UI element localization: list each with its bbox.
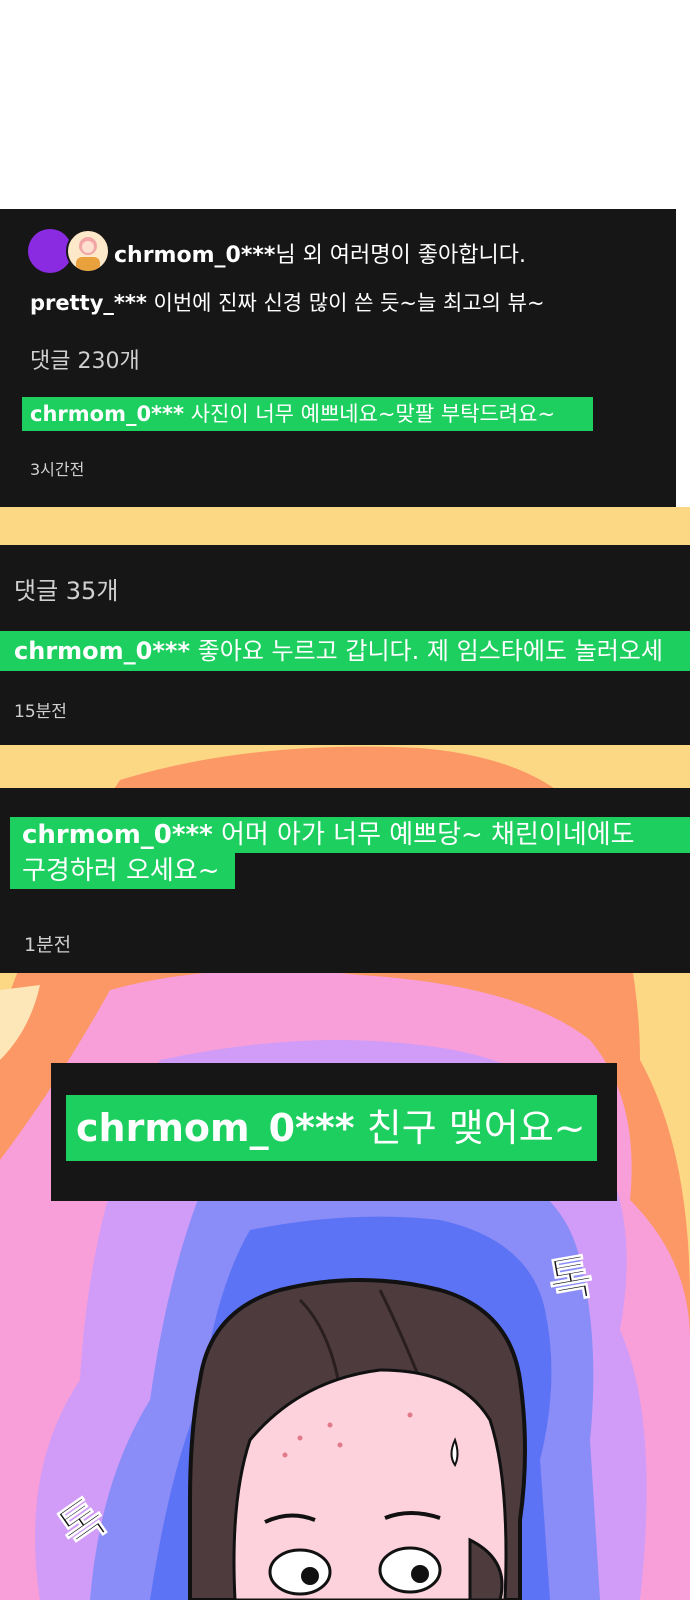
comment-panel-1: chrmom_0***님 외 여러명이 좋아합니다. pretty_*** 이번… bbox=[0, 209, 676, 507]
comment-text: 친구 맺어요~ bbox=[366, 1106, 586, 1150]
post-caption: pretty_*** 이번에 진짜 신경 많이 쓴 듯~늘 최고의 뷰~ bbox=[30, 287, 545, 317]
comment-text-line-2: 구경하러 오세요~ bbox=[10, 853, 235, 889]
comment-count[interactable]: 댓글 230개 bbox=[30, 343, 140, 375]
comment-username[interactable]: chrmom_0*** bbox=[30, 402, 184, 426]
comment-username[interactable]: chrmom_0*** bbox=[76, 1106, 355, 1150]
highlighted-comment-line-1: chrmom_0*** 어머 아가 너무 예쁘당~ 채린이네에도 bbox=[10, 817, 690, 853]
comment-time: 3시간전 bbox=[30, 460, 85, 479]
comment-text: 좋아요 누르고 갑니다. 제 임스타에도 놀러오세 bbox=[197, 637, 663, 665]
comment-username[interactable]: chrmom_0*** bbox=[14, 637, 190, 665]
highlighted-comment: chrmom_0*** 사진이 너무 예쁘네요~맞팔 부탁드려요~ bbox=[22, 397, 593, 431]
likes-text: 님 외 여러명이 좋아합니다. bbox=[275, 243, 526, 268]
highlighted-comment: chrmom_0*** 친구 맺어요~ bbox=[66, 1095, 597, 1161]
comment-panel-3: chrmom_0*** 어머 아가 너무 예쁘당~ 채린이네에도 구경하러 오세… bbox=[0, 788, 690, 973]
comment-panel-2: 댓글 35개 chrmom_0*** 좋아요 누르고 갑니다. 제 임스타에도 … bbox=[0, 545, 690, 745]
comment-text-line-1: 어머 아가 너무 예쁘당~ 채린이네에도 bbox=[220, 820, 635, 850]
comment-time: 15분전 bbox=[14, 702, 67, 722]
avatar-user[interactable] bbox=[66, 229, 110, 273]
likes-summary: chrmom_0***님 외 여러명이 좋아합니다. bbox=[114, 237, 526, 269]
highlighted-comment: chrmom_0*** 좋아요 누르고 갑니다. 제 임스타에도 놀러오세 bbox=[0, 631, 690, 671]
caption-text: 이번에 진짜 신경 많이 쓴 듯~늘 최고의 뷰~ bbox=[153, 291, 545, 315]
likes-username[interactable]: chrmom_0*** bbox=[114, 243, 275, 268]
comment-time: 1분전 bbox=[24, 934, 72, 956]
comment-count[interactable]: 댓글 35개 bbox=[14, 571, 118, 606]
comment-panel-4: chrmom_0*** 친구 맺어요~ bbox=[51, 1063, 617, 1201]
comment-username[interactable]: chrmom_0*** bbox=[22, 820, 213, 850]
caption-username[interactable]: pretty_*** bbox=[30, 291, 147, 315]
comment-text: 사진이 너무 예쁘네요~맞팔 부탁드려요~ bbox=[190, 402, 556, 426]
